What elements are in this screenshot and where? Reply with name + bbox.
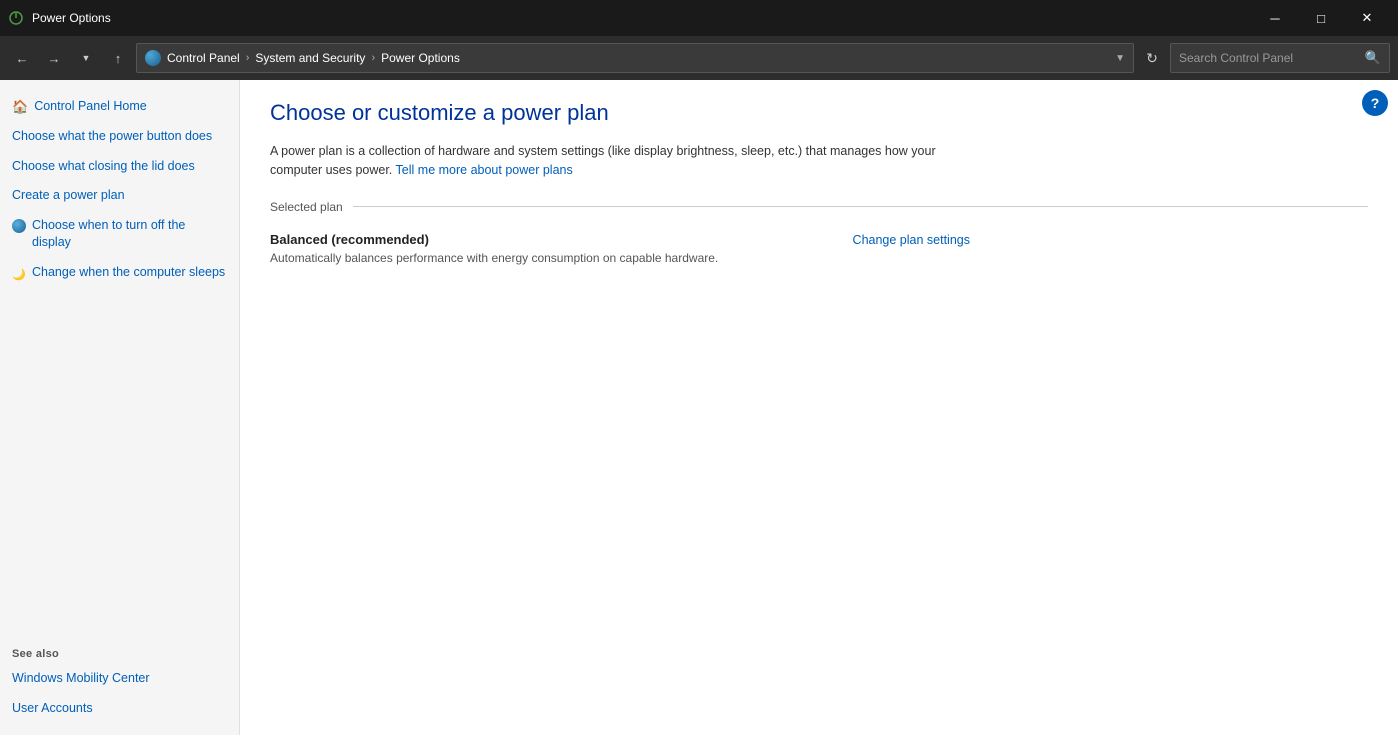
window-title: Power Options: [32, 11, 1244, 25]
selected-plan-label: Selected plan: [270, 200, 343, 214]
page-description: A power plan is a collection of hardware…: [270, 142, 970, 180]
search-icon: 🔍: [1365, 50, 1381, 66]
search-input[interactable]: [1179, 51, 1359, 65]
breadcrumb-power-options: Power Options: [381, 51, 460, 65]
sidebar-item-control-panel-home[interactable]: 🏠 Control Panel Home: [0, 92, 239, 122]
plan-name: Balanced (recommended): [270, 232, 718, 247]
forward-button[interactable]: →: [40, 44, 68, 72]
sidebar-item-lid[interactable]: Choose what closing the lid does: [0, 152, 239, 182]
window-controls: ─ □ ✕: [1252, 0, 1390, 36]
change-plan-settings-link[interactable]: Change plan settings: [853, 233, 970, 247]
app-icon: [8, 10, 24, 26]
sidebar-item-create-plan[interactable]: Create a power plan: [0, 181, 239, 211]
sidebar-item-turn-off-display[interactable]: Choose when to turn off the display: [0, 211, 239, 258]
moon-icon: [12, 266, 26, 280]
recent-locations-button[interactable]: ▼: [72, 44, 100, 72]
selected-plan-header: Selected plan: [270, 200, 1368, 214]
sidebar-item-mobility-center[interactable]: Windows Mobility Center: [0, 664, 239, 694]
search-bar[interactable]: 🔍: [1170, 43, 1390, 73]
breadcrumb-system-security: System and Security: [255, 51, 365, 65]
sidebar-item-user-accounts[interactable]: User Accounts: [0, 694, 239, 724]
plan-info: Balanced (recommended) Automatically bal…: [270, 232, 718, 265]
globe-icon: [12, 219, 26, 233]
address-globe-icon: [145, 50, 161, 66]
help-button[interactable]: ?: [1362, 90, 1388, 116]
address-bar[interactable]: Control Panel › System and Security › Po…: [136, 43, 1134, 73]
up-button[interactable]: ↑: [104, 44, 132, 72]
breadcrumb-control-panel: Control Panel: [167, 51, 240, 65]
page-title: Choose or customize a power plan: [270, 100, 1368, 126]
learn-more-link[interactable]: Tell me more about power plans: [396, 163, 573, 177]
sidebar: 🏠 Control Panel Home Choose what the pow…: [0, 80, 240, 735]
titlebar: Power Options ─ □ ✕: [0, 0, 1398, 36]
maximize-button[interactable]: □: [1298, 0, 1344, 36]
plan-action: Change plan settings: [853, 232, 970, 247]
sidebar-item-sleep[interactable]: Change when the computer sleeps: [0, 258, 239, 288]
search-submit-button[interactable]: 🔍: [1365, 50, 1381, 66]
plan-description: Automatically balances performance with …: [270, 251, 718, 265]
selected-plan-divider: [353, 206, 1368, 207]
separator-1: ›: [246, 52, 250, 64]
main-layout: 🏠 Control Panel Home Choose what the pow…: [0, 80, 1398, 735]
sidebar-item-power-button[interactable]: Choose what the power button does: [0, 122, 239, 152]
address-chevron-icon: ▼: [1115, 53, 1125, 64]
navigation-bar: ← → ▼ ↑ Control Panel › System and Secur…: [0, 36, 1398, 80]
plan-row: Balanced (recommended) Automatically bal…: [270, 226, 970, 271]
back-button[interactable]: ←: [8, 44, 36, 72]
home-icon: 🏠: [12, 98, 28, 116]
close-button[interactable]: ✕: [1344, 0, 1390, 36]
refresh-button[interactable]: ↻: [1138, 44, 1166, 72]
see-also-title: See also: [0, 632, 239, 664]
separator-2: ›: [371, 52, 375, 64]
content-area: ? Choose or customize a power plan A pow…: [240, 80, 1398, 735]
minimize-button[interactable]: ─: [1252, 0, 1298, 36]
